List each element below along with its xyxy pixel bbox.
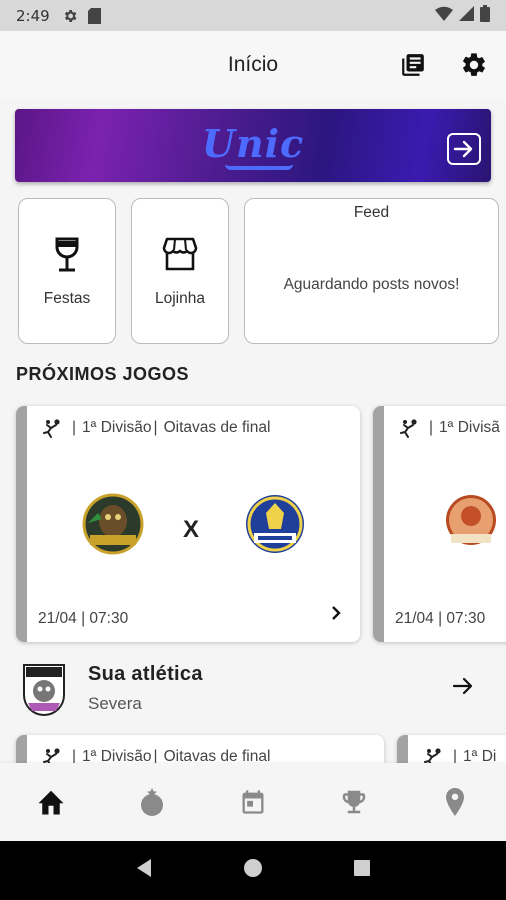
enter-button[interactable]	[447, 133, 481, 165]
tile-festas-label: Festas	[43, 290, 91, 307]
bottom-navigation	[0, 763, 506, 841]
newspaper-icon	[402, 54, 424, 76]
my-athletic-row[interactable]: Sua atlética Severa	[0, 654, 506, 724]
unic-logo: Unic	[201, 121, 305, 166]
nav-calendar[interactable]	[228, 777, 278, 827]
status-bar: 2:49	[0, 0, 506, 31]
tile-festas[interactable]: Festas	[18, 198, 116, 344]
home-icon	[38, 790, 64, 815]
game-phase: Oitavas de final	[163, 419, 271, 436]
wifi-icon	[435, 6, 453, 26]
nav-trophy[interactable]	[329, 777, 379, 827]
athletic-logo	[23, 664, 65, 716]
team-logo-home	[82, 493, 144, 555]
nav-location[interactable]	[430, 777, 480, 827]
store-icon	[162, 237, 198, 271]
recents-button[interactable]	[353, 859, 371, 882]
game-division: 1ª Divisã	[439, 419, 500, 436]
team-logo-away	[246, 495, 304, 553]
tile-lojinha-label: Lojinha	[155, 290, 205, 307]
medal-icon	[140, 788, 163, 816]
chevron-right-icon	[332, 606, 341, 620]
settings-status-icon	[62, 8, 78, 24]
versus-label: X	[183, 516, 200, 543]
location-pin-icon	[446, 788, 465, 816]
card-stripe	[373, 406, 384, 642]
athletic-title: Sua atlética	[88, 663, 203, 685]
tile-feed[interactable]: Feed Aguardando posts novos!	[244, 198, 499, 344]
section-title: PRÓXIMOS JOGOS	[16, 364, 190, 384]
arrow-right-icon	[453, 140, 473, 158]
app-screen: 2:49 Início Unic Festas Lojinha Feed Agu…	[0, 0, 506, 900]
arrow-right-icon	[452, 677, 473, 695]
handball-icon	[400, 419, 417, 438]
game-card-header: | 1ª Divisã	[399, 418, 500, 438]
game-card[interactable]: | 1ª Divisão | Oitavas de final X 21/04 …	[16, 406, 360, 642]
team-logo-home	[446, 495, 496, 545]
game-card[interactable]: | 1ª Divisã 21/04 | 07:30	[373, 406, 506, 642]
wine-glass-icon	[55, 237, 79, 272]
trophy-icon	[342, 790, 366, 814]
nav-sports[interactable]	[127, 777, 177, 827]
game-datetime: 21/04 | 07:30	[38, 610, 129, 627]
game-datetime: 21/04 | 07:30	[395, 610, 486, 627]
feed-title: Feed	[353, 204, 390, 221]
game-card-header: | 1ª Divisão | Oitavas de final	[42, 418, 270, 438]
status-time: 2:49	[16, 6, 50, 25]
home-circle-icon	[244, 859, 262, 877]
game-division: 1ª Divisão	[82, 419, 152, 436]
tile-lojinha[interactable]: Lojinha	[131, 198, 229, 344]
system-navigation-bar	[0, 841, 506, 900]
handball-icon	[43, 419, 60, 438]
nav-home[interactable]	[26, 777, 76, 827]
news-button[interactable]	[398, 50, 428, 80]
back-button[interactable]	[135, 858, 153, 883]
card-stripe	[16, 406, 27, 642]
app-bar: Início	[0, 31, 506, 99]
sd-card-icon	[87, 7, 101, 24]
calendar-icon	[242, 790, 264, 814]
recents-square-icon	[354, 860, 370, 876]
home-button[interactable]	[243, 858, 263, 883]
feed-empty-message: Aguardando posts novos!	[283, 276, 460, 293]
back-triangle-icon	[137, 859, 151, 877]
athletic-open-button[interactable]	[452, 676, 474, 701]
gear-icon	[463, 53, 485, 76]
logo-underline	[225, 164, 293, 170]
athletic-name: Severa	[88, 694, 142, 713]
signal-icon	[459, 5, 474, 26]
status-right-icons	[435, 4, 490, 27]
page-title: Início	[227, 53, 279, 76]
unic-banner[interactable]: Unic	[15, 109, 491, 182]
settings-button[interactable]	[459, 50, 489, 80]
battery-icon	[480, 4, 490, 27]
game-details-button[interactable]	[330, 605, 342, 626]
